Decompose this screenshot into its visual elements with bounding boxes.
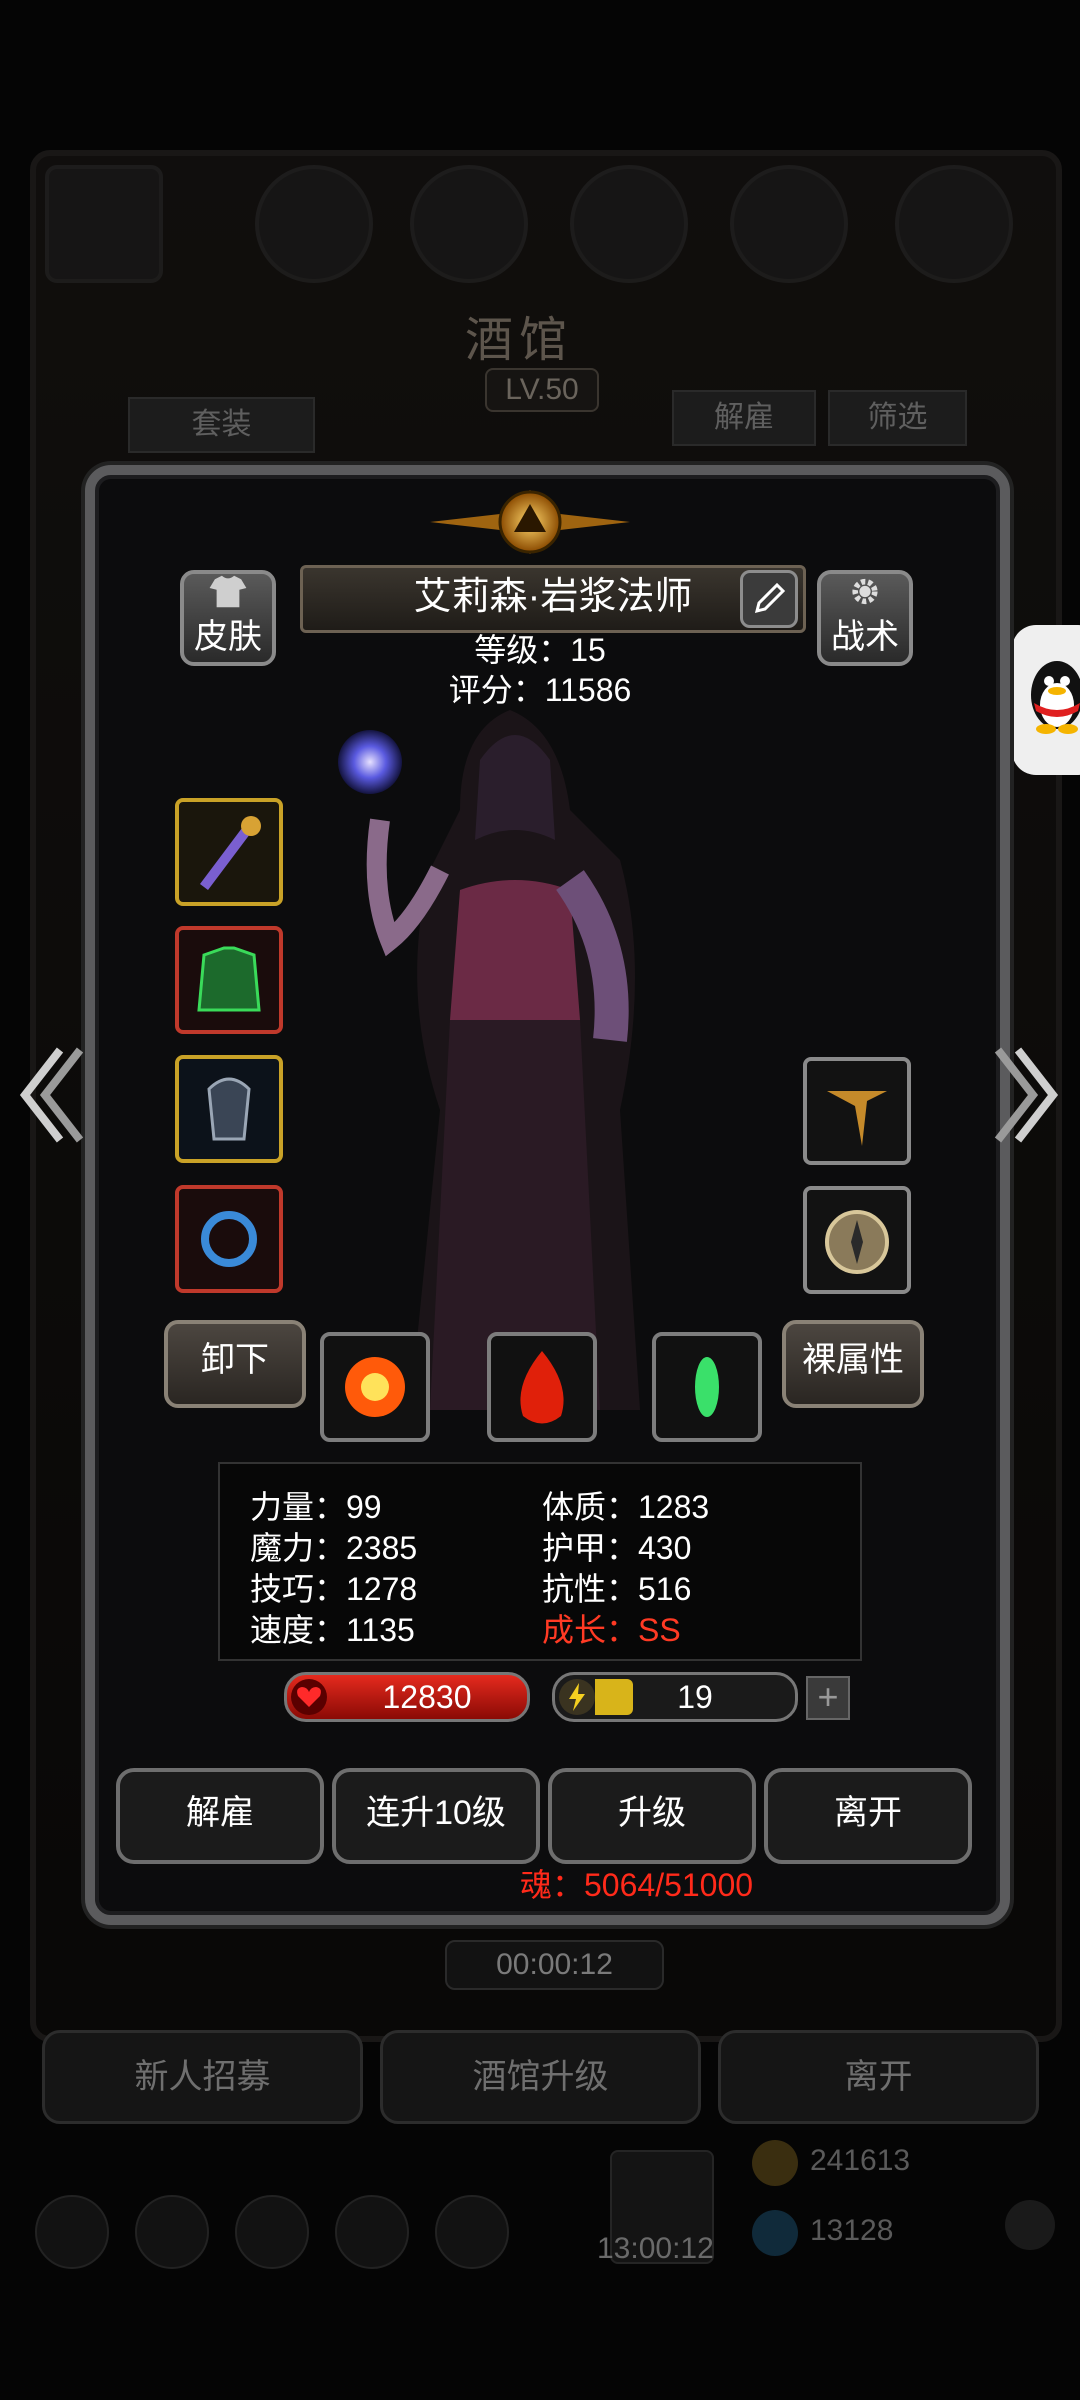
stat-constitution: 体质：1283	[542, 1489, 710, 1525]
stat-strength: 力量：99	[250, 1489, 382, 1525]
shirt-icon	[209, 575, 247, 608]
stat-armor: 护甲：430	[542, 1530, 692, 1566]
stat-skill: 技巧：1278	[250, 1571, 418, 1607]
dark-element-icon[interactable]	[895, 165, 1013, 283]
hero-name-bar: 艾莉森·岩浆法师	[300, 565, 806, 633]
gold-amount: 241613	[810, 2144, 911, 2177]
stats-panel: 力量：99 魔力：2385 技巧：1278 速度：1135 体质：1283 护甲…	[218, 1462, 862, 1661]
green-crystal-skill-icon[interactable]	[652, 1332, 762, 1442]
stat-magic: 魔力：2385	[250, 1530, 418, 1566]
diamond-amount: 13128	[810, 2214, 894, 2247]
dismiss-tab[interactable]: 解雇	[672, 390, 816, 446]
armor-robe-slot[interactable]	[175, 926, 283, 1034]
fire-burst-skill-icon[interactable]	[320, 1332, 430, 1442]
menu-icon[interactable]	[235, 2195, 309, 2269]
dismiss-button[interactable]: 解雇	[116, 1768, 324, 1864]
crest-emblem-icon	[430, 490, 630, 554]
skin-button[interactable]: 皮肤	[180, 570, 276, 666]
heart-icon	[291, 1679, 327, 1715]
flame-skill-icon[interactable]	[487, 1332, 597, 1442]
filter-tab[interactable]: 筛选	[828, 390, 967, 446]
level-up-button[interactable]: 升级	[548, 1768, 756, 1864]
gift-timer: 13:00:12	[597, 2232, 714, 2265]
menu-icon[interactable]	[135, 2195, 209, 2269]
unequip-button[interactable]: 卸下	[164, 1320, 306, 1408]
helmet-slot[interactable]	[175, 1055, 283, 1163]
water-element-icon[interactable]	[730, 165, 848, 283]
background-leave-button[interactable]: 离开	[718, 2030, 1039, 2124]
add-icon[interactable]	[1005, 2200, 1055, 2250]
diamond-icon	[752, 2210, 798, 2256]
previous-hero-arrow-icon[interactable]	[15, 1040, 85, 1150]
weapon-staff-slot[interactable]	[175, 798, 283, 906]
stat-resistance: 抗性：516	[542, 1571, 692, 1607]
timer-text: 00:00:12	[496, 1948, 613, 1981]
qq-float-widget[interactable]	[1012, 625, 1080, 775]
recruit-timer: 00:00:12	[445, 1940, 664, 1990]
level-up-10-button[interactable]: 连升10级	[332, 1768, 540, 1864]
tavern-title: 酒馆	[465, 314, 574, 367]
hp-bar: 12830	[284, 1672, 530, 1722]
stat-growth: 成长：SS	[542, 1612, 681, 1648]
skin-label: 皮肤	[194, 618, 262, 656]
energy-value: 19	[677, 1679, 713, 1715]
hero-name: 艾莉森·岩浆法师	[413, 576, 693, 618]
gear-icon	[852, 578, 878, 605]
suit-tab[interactable]: 套装	[128, 397, 315, 453]
gold-coin-icon	[752, 2140, 798, 2186]
tactics-label: 战术	[831, 618, 899, 656]
naked-attributes-button[interactable]: 裸属性	[782, 1320, 924, 1408]
accessory-slot[interactable]	[803, 1057, 911, 1165]
leave-button[interactable]: 离开	[764, 1768, 972, 1864]
next-hero-arrow-icon[interactable]	[993, 1040, 1063, 1150]
tactics-button[interactable]: 战术	[817, 570, 913, 666]
fire-element-icon[interactable]	[255, 165, 373, 283]
new-recruit-button[interactable]: 新人招募	[42, 2030, 363, 2124]
tavern-level: LV.50	[485, 368, 599, 412]
energy-bar: 19	[552, 1672, 798, 1722]
tavern-upgrade-button[interactable]: 酒馆升级	[380, 2030, 701, 2124]
compass-trinket-slot[interactable]	[803, 1186, 911, 1294]
hero-portrait-icon[interactable]	[45, 165, 163, 283]
penguin-icon	[1031, 661, 1080, 734]
fire-element-icon[interactable]	[410, 165, 528, 283]
menu-icon[interactable]	[335, 2195, 409, 2269]
earth-element-icon[interactable]	[570, 165, 688, 283]
add-energy-button[interactable]: +	[806, 1676, 850, 1720]
menu-icon[interactable]	[35, 2195, 109, 2269]
menu-icon[interactable]	[435, 2195, 509, 2269]
hp-value: 12830	[382, 1679, 472, 1715]
ring-amulet-slot[interactable]	[175, 1185, 283, 1293]
lightning-icon	[559, 1679, 595, 1715]
soul-counter: 魂：5064/51000	[520, 1867, 754, 1903]
edit-name-icon[interactable]	[740, 570, 798, 628]
stat-speed: 速度：1135	[250, 1612, 415, 1648]
